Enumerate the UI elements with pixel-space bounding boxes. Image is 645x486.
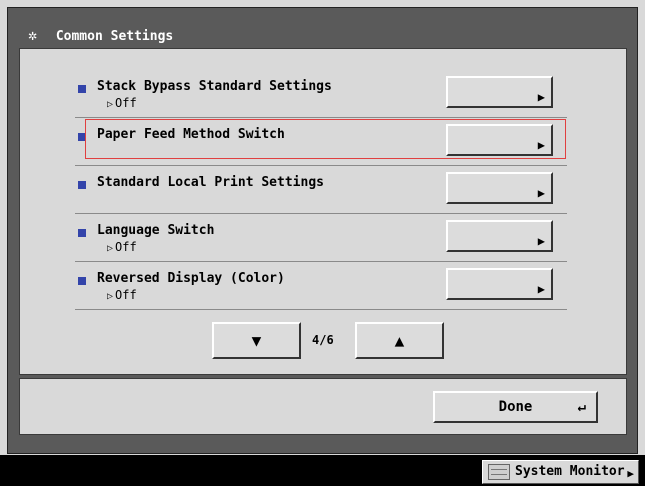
language-switch-button[interactable]: ▶: [446, 220, 553, 252]
row-divider: [75, 309, 567, 310]
scroll-down-button[interactable]: ▼: [212, 322, 301, 359]
arrow-down-icon: ▼: [251, 331, 262, 350]
done-label: Done: [498, 399, 533, 415]
value-pointer-icon: ▷: [107, 99, 114, 110]
bullet-icon: [78, 229, 86, 237]
setting-label: Reversed Display (Color): [97, 271, 285, 286]
arrow-right-icon: ▶: [627, 467, 634, 480]
arrow-right-icon: ▶: [537, 234, 545, 248]
local-print-settings-button[interactable]: ▶: [446, 172, 553, 204]
system-monitor-label: System Monitor: [515, 464, 625, 479]
scroll-up-button[interactable]: ▲: [355, 322, 444, 359]
setting-label: Stack Bypass Standard Settings: [97, 79, 332, 94]
bullet-icon: [78, 85, 86, 93]
setting-row-language: Language Switch ▷ Off ▶: [75, 214, 567, 262]
value-pointer-icon: ▷: [107, 291, 114, 302]
arrow-right-icon: ▶: [537, 282, 545, 296]
header-bar: ✲ Common Settings: [16, 22, 629, 48]
enter-icon: ↵: [577, 399, 586, 415]
arrow-right-icon: ▶: [537, 186, 545, 200]
setting-row-local-print: Standard Local Print Settings ▶: [75, 166, 567, 214]
gear-settings-icon: ✲: [28, 26, 38, 44]
setting-row-reversed-display: Reversed Display (Color) ▷ Off ▶: [75, 262, 567, 310]
page-title: Common Settings: [55, 29, 174, 44]
value-pointer-icon: ▷: [107, 243, 114, 254]
arrow-up-icon: ▲: [394, 331, 405, 350]
setting-value: ▷ Off: [107, 240, 137, 254]
page-indicator: 4/6: [312, 333, 334, 347]
selection-highlight: [85, 119, 566, 159]
setting-label: Standard Local Print Settings: [97, 175, 324, 190]
stack-bypass-settings-button[interactable]: ▶: [446, 76, 553, 108]
done-button[interactable]: Done ↵: [433, 391, 598, 423]
arrow-right-icon: ▶: [537, 90, 545, 104]
setting-row-stack-bypass: Stack Bypass Standard Settings ▷ Off ▶: [75, 70, 567, 118]
monitor-icon: [488, 464, 510, 480]
system-monitor-button[interactable]: System Monitor ▶: [482, 460, 639, 484]
bullet-icon: [78, 181, 86, 189]
bullet-icon: [78, 277, 86, 285]
setting-value: ▷ Off: [107, 288, 137, 302]
reversed-display-button[interactable]: ▶: [446, 268, 553, 300]
setting-label: Language Switch: [97, 223, 215, 238]
setting-value: ▷ Off: [107, 96, 137, 110]
